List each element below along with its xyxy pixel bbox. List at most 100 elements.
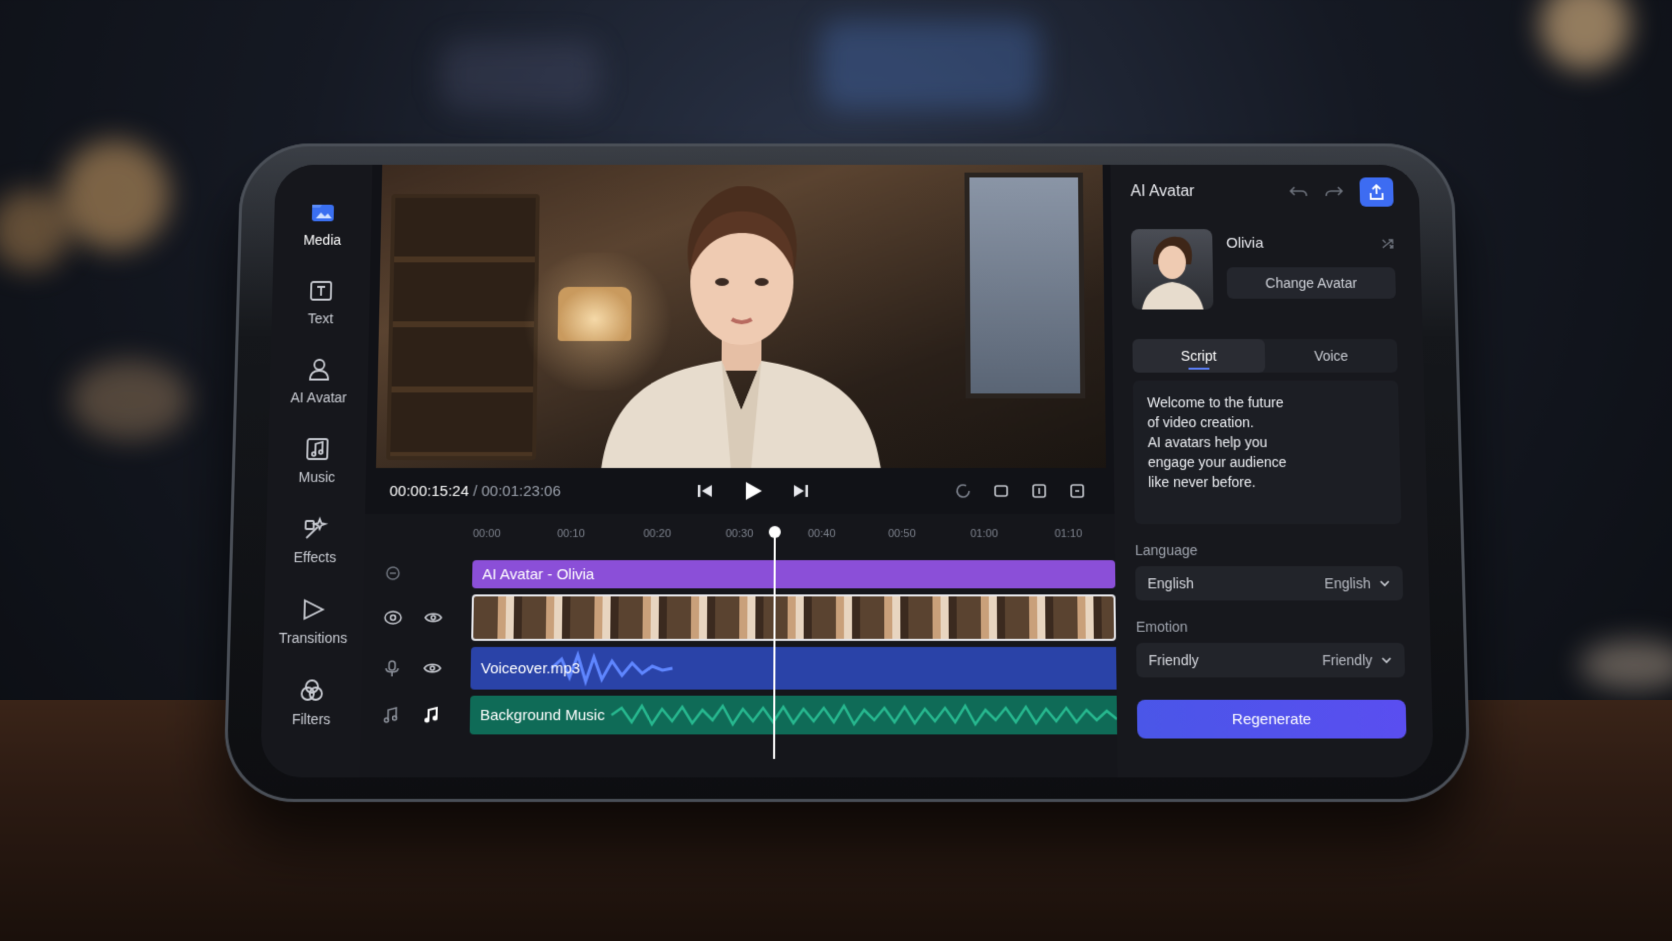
rail-label: Media xyxy=(303,232,342,248)
avatar-portrait xyxy=(1141,236,1204,310)
transport-controls xyxy=(696,480,810,502)
rail-item-effects[interactable]: Effects xyxy=(265,500,365,580)
visibility-eye-icon[interactable] xyxy=(423,609,443,627)
editor-screen: Media Text AI Avatar Music Effects Trans… xyxy=(260,164,1434,778)
preview-tools xyxy=(954,482,1086,500)
avatar-card: Olivia Change Avatar xyxy=(1131,229,1396,310)
emotion-selected: Friendly xyxy=(1321,652,1373,669)
music-note-icon[interactable] xyxy=(421,706,442,724)
text-icon xyxy=(307,277,335,305)
rail-item-ai-avatar[interactable]: AI Avatar xyxy=(269,341,368,420)
avatar-thumbnail[interactable] xyxy=(1131,229,1214,310)
script-textarea[interactable]: Welcome to the future of video creation.… xyxy=(1132,380,1402,525)
window-background xyxy=(964,172,1086,399)
emotion-label: Emotion xyxy=(1135,618,1188,635)
skip-forward-icon xyxy=(793,484,808,497)
header-actions xyxy=(1288,177,1394,207)
undo-icon[interactable] xyxy=(1288,183,1308,201)
share-icon xyxy=(1367,183,1385,201)
rail-label: Music xyxy=(298,468,336,485)
rail-item-text[interactable]: Text xyxy=(271,262,370,341)
language-label: Language xyxy=(1134,542,1198,559)
rail-item-transitions[interactable]: Transitions xyxy=(263,580,364,661)
skip-forward-button[interactable] xyxy=(792,482,810,500)
panel-title: AI Avatar xyxy=(1130,183,1195,200)
shuffle-icon[interactable] xyxy=(1381,236,1395,250)
video-thumbnail-clip[interactable] xyxy=(471,594,1117,641)
timecode: 00:00:15:24 / 00:01:23:06 xyxy=(389,482,560,499)
music-clip[interactable]: Background Music xyxy=(469,695,1128,735)
skip-back-button[interactable] xyxy=(696,482,714,500)
background-bokeh-light xyxy=(70,360,190,440)
media-folder-icon xyxy=(311,204,334,222)
play-button[interactable] xyxy=(742,480,764,502)
crop-icon xyxy=(992,482,1010,500)
emotion-select[interactable]: Friendly Friendly xyxy=(1136,642,1406,678)
regenerate-button[interactable]: Regenerate xyxy=(1136,699,1407,739)
voiceover-clip-label: Voiceover.mp3 xyxy=(480,659,581,677)
fullscreen-button[interactable] xyxy=(1068,482,1086,500)
background-bokeh-light xyxy=(440,40,600,110)
link-icon[interactable] xyxy=(384,564,402,582)
rail-item-filters[interactable]: Filters xyxy=(261,661,362,742)
voice-track-controls xyxy=(382,659,453,677)
current-time: 00:00:15:24 xyxy=(389,482,470,500)
aspect-ratio-icon xyxy=(1030,482,1048,500)
rail-item-media[interactable]: Media xyxy=(273,184,372,262)
visibility-eye-icon[interactable] xyxy=(422,659,443,677)
avatar-clip[interactable]: AI Avatar - Olivia xyxy=(472,560,1116,589)
avatar-track-controls xyxy=(384,564,455,582)
video-preview[interactable] xyxy=(376,164,1106,468)
camera-icon[interactable] xyxy=(383,609,403,627)
effects-icon xyxy=(301,515,330,543)
loop-button[interactable] xyxy=(954,482,972,500)
ruler-tick: 00:50 xyxy=(888,528,916,541)
skip-back-icon xyxy=(696,484,712,497)
change-avatar-button[interactable]: Change Avatar xyxy=(1226,267,1396,299)
redo-icon[interactable] xyxy=(1324,183,1344,201)
rail-item-music[interactable]: Music xyxy=(267,420,367,500)
total-time: 00:01:23:06 xyxy=(481,482,561,500)
microphone-icon[interactable] xyxy=(382,659,403,677)
tab-voice[interactable]: Voice xyxy=(1265,339,1398,373)
music-track-controls xyxy=(381,706,452,724)
phone-device: Media Text AI Avatar Music Effects Trans… xyxy=(223,143,1471,803)
bookshelf-background xyxy=(386,193,540,461)
ruler-tick: 00:40 xyxy=(807,528,836,541)
music-note-icon[interactable] xyxy=(381,706,402,724)
tool-rail: Media Text AI Avatar Music Effects Trans… xyxy=(260,164,373,778)
background-bokeh-light xyxy=(1580,640,1672,690)
fullscreen-icon xyxy=(1068,482,1086,500)
rail-label: AI Avatar xyxy=(290,389,348,406)
play-icon xyxy=(745,481,762,500)
music-clip-label: Background Music xyxy=(479,706,605,724)
emotion-value: Friendly xyxy=(1148,652,1199,669)
timeline[interactable]: 00:00 00:10 00:20 00:30 00:40 00:50 01:0… xyxy=(359,513,1128,778)
panel-header: AI Avatar xyxy=(1130,165,1394,220)
avatar-name-row: Olivia xyxy=(1226,235,1395,252)
rail-label: Text xyxy=(307,310,334,327)
background-bokeh-light xyxy=(60,140,170,250)
time-separator: / xyxy=(468,482,482,500)
timeline-ruler[interactable]: 00:00 00:10 00:20 00:30 00:40 00:50 01:0… xyxy=(473,528,1115,548)
rail-label: Transitions xyxy=(278,629,348,646)
background-bokeh-light xyxy=(820,20,1040,110)
rail-label: Filters xyxy=(291,710,331,728)
ruler-tick: 00:00 xyxy=(472,528,501,541)
music-icon xyxy=(306,438,329,461)
avatar-presenter xyxy=(600,186,882,468)
playback-bar: 00:00:15:24 / 00:01:23:06 xyxy=(375,468,1106,514)
script-voice-tabs: Script Voice xyxy=(1132,339,1398,373)
language-value: English xyxy=(1147,575,1194,592)
rail-label: Effects xyxy=(293,549,337,566)
language-selected: English xyxy=(1324,575,1371,592)
ruler-tick: 00:20 xyxy=(643,528,672,541)
voiceover-clip[interactable]: Voiceover.mp3 xyxy=(470,646,1123,690)
aspect-ratio-button[interactable] xyxy=(1030,482,1048,500)
tab-script[interactable]: Script xyxy=(1132,339,1266,373)
language-select[interactable]: English English xyxy=(1135,566,1404,601)
filters-icon xyxy=(297,676,326,704)
crop-button[interactable] xyxy=(992,482,1010,500)
share-button[interactable] xyxy=(1359,177,1394,207)
ai-avatar-panel: AI Avatar Olivia Change Avatar Script Vo… xyxy=(1110,164,1434,778)
